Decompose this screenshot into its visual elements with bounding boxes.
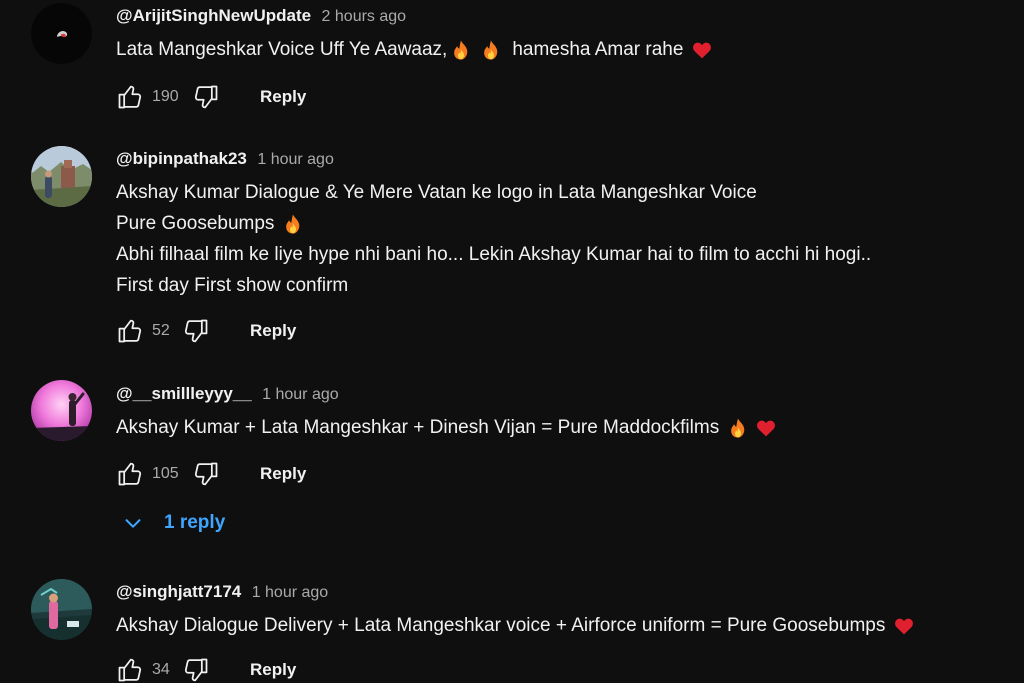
comment-timestamp[interactable]: 2 hours ago <box>322 8 407 25</box>
reply-button[interactable]: Reply <box>250 660 296 680</box>
reply-button[interactable]: Reply <box>260 87 306 107</box>
view-replies-button[interactable]: 1 reply <box>122 512 225 534</box>
comment-body: @ArijitSinghNewUpdate 2 hours ago Lata M… <box>116 4 1014 65</box>
thumbs-down-icon[interactable] <box>192 460 220 488</box>
comment-text-segment: hamesha Amar rahe <box>512 39 684 60</box>
comment-text: Akshay Kumar + Lata Mangeshkar + Dinesh … <box>116 412 1014 443</box>
fire-emoji-icon <box>282 213 304 235</box>
thumbs-down-icon[interactable] <box>182 656 210 683</box>
avatar[interactable] <box>31 3 92 64</box>
fire-emoji-icon <box>450 39 472 61</box>
comment-header: @bipinpathak23 1 hour ago <box>116 147 1014 171</box>
comment-actions: 105 Reply <box>116 456 306 492</box>
comment-line: First day First show confirm <box>116 270 1014 301</box>
comment-header: @__smillleyyy__ 1 hour ago <box>116 382 1014 406</box>
thumbs-down-icon[interactable] <box>192 83 220 111</box>
red-heart-emoji-icon <box>691 39 713 61</box>
comment-author[interactable]: @__smillleyyy__ <box>116 384 252 403</box>
comment-timestamp[interactable]: 1 hour ago <box>257 151 334 168</box>
like-count: 34 <box>152 661 170 678</box>
comment-text-segment: Akshay Dialogue Delivery + Lata Mangeshk… <box>116 615 886 636</box>
comment-text: Akshay Kumar Dialogue & Ye Mere Vatan ke… <box>116 177 1014 301</box>
comment-text-segment: Pure Goosebumps <box>116 213 275 234</box>
comment-text-segment: Akshay Kumar Dialogue & Ye Mere Vatan ke… <box>116 182 757 203</box>
like-count: 190 <box>152 88 179 105</box>
like-count: 105 <box>152 465 179 482</box>
thumbs-down-icon[interactable] <box>182 317 210 345</box>
comment-text-segment: Akshay Kumar + Lata Mangeshkar + Dinesh … <box>116 417 720 438</box>
comment-text: Lata Mangeshkar Voice Uff Ye Aawaaz, ham… <box>116 34 1014 65</box>
thumbs-up-icon[interactable] <box>116 83 144 111</box>
comment-actions: 190 Reply <box>116 79 306 115</box>
avatar[interactable] <box>31 579 92 640</box>
comment-body: @singhjatt7174 1 hour ago Akshay Dialogu… <box>116 580 1014 641</box>
comment-line: Abhi filhaal film ke liye hype nhi bani … <box>116 239 1014 270</box>
comment-text-segment: First day First show confirm <box>116 275 349 296</box>
reply-button[interactable]: Reply <box>260 464 306 484</box>
thumbs-up-icon[interactable] <box>116 656 144 683</box>
comment-timestamp[interactable]: 1 hour ago <box>252 584 329 601</box>
comment-actions: 34 Reply <box>116 652 296 683</box>
replies-count-label: 1 reply <box>164 512 226 533</box>
comment-line: Akshay Kumar Dialogue & Ye Mere Vatan ke… <box>116 177 1014 208</box>
comment-body: @bipinpathak23 1 hour ago Akshay Kumar D… <box>116 147 1014 301</box>
comment-text-segment: Lata Mangeshkar Voice Uff Ye Aawaaz, <box>116 39 448 60</box>
fire-emoji-icon <box>727 417 749 439</box>
comment-author[interactable]: @singhjatt7174 <box>116 582 241 601</box>
comment-header: @ArijitSinghNewUpdate 2 hours ago <box>116 4 1014 28</box>
comment-header: @singhjatt7174 1 hour ago <box>116 580 1014 604</box>
fire-emoji-icon <box>480 39 502 61</box>
reply-button[interactable]: Reply <box>250 321 296 341</box>
comment-actions: 52 Reply <box>116 313 296 349</box>
comment-line: Akshay Dialogue Delivery + Lata Mangeshk… <box>116 610 1014 641</box>
thumbs-up-icon[interactable] <box>116 317 144 345</box>
comment-line: Lata Mangeshkar Voice Uff Ye Aawaaz, ham… <box>116 34 1014 65</box>
comment-line: Pure Goosebumps <box>116 208 1014 239</box>
avatar[interactable] <box>31 380 92 441</box>
comment-author[interactable]: @bipinpathak23 <box>116 149 247 168</box>
like-count: 52 <box>152 322 170 339</box>
chevron-down-icon <box>122 512 164 534</box>
comments-section: @ArijitSinghNewUpdate 2 hours ago Lata M… <box>0 0 1024 683</box>
avatar[interactable] <box>31 146 92 207</box>
comment-body: @__smillleyyy__ 1 hour ago Akshay Kumar … <box>116 382 1014 443</box>
red-heart-emoji-icon <box>755 417 777 439</box>
comment-timestamp[interactable]: 1 hour ago <box>262 386 339 403</box>
comment-author[interactable]: @ArijitSinghNewUpdate <box>116 6 311 25</box>
comment-text-segment: Abhi filhaal film ke liye hype nhi bani … <box>116 244 872 265</box>
red-heart-emoji-icon <box>893 615 915 637</box>
comment-line: Akshay Kumar + Lata Mangeshkar + Dinesh … <box>116 412 1014 443</box>
thumbs-up-icon[interactable] <box>116 460 144 488</box>
comment-text: Akshay Dialogue Delivery + Lata Mangeshk… <box>116 610 1014 641</box>
